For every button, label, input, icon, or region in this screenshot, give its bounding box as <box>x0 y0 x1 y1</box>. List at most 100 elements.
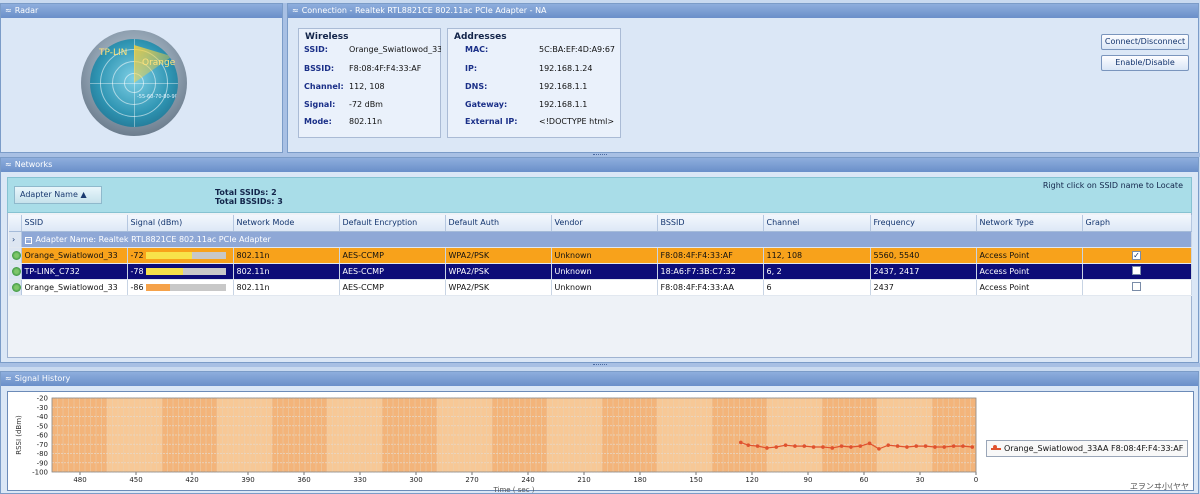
signal-cell: -72 <box>127 247 234 264</box>
chart-legend[interactable]: Orange_Swiatlowod_33AA F8:08:4F:F4:33:AF <box>986 440 1189 457</box>
series-point <box>839 444 844 448</box>
network-vendor: Unknown <box>551 279 658 296</box>
series-point <box>886 443 891 447</box>
network-signal: -72 <box>130 250 144 260</box>
external-ip-value: <!DOCTYPE html> <box>539 117 615 126</box>
x-axis-label: Time ( sec ) <box>492 486 534 494</box>
series-point <box>811 445 816 449</box>
column-header-encryption[interactable]: Default Encryption <box>339 215 446 232</box>
networks-rows: Orange_Swiatlowod_33 -72 802.11n AES-CCMP WP… <box>9 247 1192 296</box>
column-header-graph[interactable]: Graph <box>1082 215 1192 232</box>
graph-cell <box>1082 263 1192 280</box>
header-corner <box>9 215 22 232</box>
network-bssid: 18:A6:F7:3B:C7:32 <box>657 263 764 280</box>
signal-cell: -86 <box>127 279 234 296</box>
series-point <box>933 445 937 449</box>
connect-disconnect-button[interactable]: Connect/Disconnect <box>1101 34 1189 50</box>
x-tick-label: 270 <box>465 476 478 484</box>
column-header-vendor[interactable]: Vendor <box>551 215 658 232</box>
network-status-cell <box>9 279 22 296</box>
wireless-group: Wireless SSID: Orange_Swiatlowod_33A BSS… <box>298 28 441 138</box>
y-tick-label: -30 <box>37 404 48 412</box>
signal-strength-fill <box>145 251 192 259</box>
collapse-chevron-icon[interactable]: ≈ <box>5 160 12 169</box>
gateway-label: Gateway: <box>465 100 508 109</box>
channel-value: 112, 108 <box>349 82 385 91</box>
network-encryption: AES-CCMP <box>339 263 446 280</box>
network-ssid[interactable]: Orange_Swiatlowod_33 <box>21 279 128 296</box>
y-axis-label: RSSI (dBm) <box>15 415 23 455</box>
column-header-ssid[interactable]: SSID <box>21 215 128 232</box>
network-type: Access Point <box>976 279 1083 296</box>
network-channel: 6 <box>763 279 871 296</box>
radar-network-label[interactable]: Orange <box>142 58 175 68</box>
signal-value: -72 dBm <box>349 100 383 109</box>
network-mode: 802.11n <box>233 263 340 280</box>
signal-strength-fill <box>145 267 184 275</box>
radar-dial: -55-60-70-80-90 TP-LIN Orange <box>81 30 187 136</box>
mac-label: MAC: <box>465 45 489 54</box>
expand-collapse-icon[interactable]: − <box>24 236 32 244</box>
mac-value: 5C:BA:EF:4D:A9:67 <box>539 45 615 54</box>
series-point <box>746 443 751 447</box>
network-mode: 802.11n <box>233 247 340 264</box>
collapse-chevron-icon[interactable]: ≈ <box>5 374 12 383</box>
wireless-title: Wireless <box>305 32 349 42</box>
x-tick-label: 0 <box>974 476 978 484</box>
series-point <box>923 444 928 448</box>
signal-history-title: Signal History <box>14 374 71 383</box>
network-row[interactable]: TP-LINK_C732 -78 802.11n AES-CCMP WPA2/PSK Un… <box>9 263 1192 280</box>
locate-hint: Right click on SSID name to Locate <box>1042 181 1183 190</box>
column-header-channel[interactable]: Channel <box>763 215 871 232</box>
x-tick-label: 480 <box>73 476 86 484</box>
network-ssid[interactable]: Orange_Swiatlowod_33 <box>21 247 128 264</box>
network-type: Access Point <box>976 247 1083 264</box>
network-row[interactable]: Orange_Swiatlowod_33 -72 802.11n AES-CCMP WP… <box>9 247 1192 264</box>
x-tick-label: 210 <box>577 476 590 484</box>
column-header-frequency[interactable]: Frequency <box>870 215 977 232</box>
total-bssids: Total BSSIDs: 3 <box>215 197 283 206</box>
column-header-auth[interactable]: Default Auth <box>445 215 552 232</box>
graph-checkbox[interactable]: ✓ <box>1132 250 1141 260</box>
external-ip-label: External IP: <box>465 117 518 126</box>
x-tick-label: 60 <box>860 476 869 484</box>
network-auth: WPA2/PSK <box>445 263 552 280</box>
networks-header[interactable]: ≈ Networks <box>1 158 1198 172</box>
radar-header[interactable]: ≈ Radar <box>1 4 282 18</box>
network-channel: 112, 108 <box>763 247 871 264</box>
x-tick-label: 360 <box>297 476 310 484</box>
y-tick-label: -20 <box>37 395 48 403</box>
y-tick-label: -100 <box>32 469 48 477</box>
adapter-group-row[interactable]: › − Adapter Name: Realtek RTL8821CE 802.1… <box>9 231 1192 248</box>
bssid-label: BSSID: <box>304 64 335 73</box>
column-header-network-mode[interactable]: Network Mode <box>233 215 340 232</box>
x-tick-label: 420 <box>185 476 198 484</box>
network-ssid[interactable]: TP-LINK_C732 <box>21 263 128 280</box>
horizontal-splitter[interactable] <box>0 363 1200 367</box>
radar-network-label[interactable]: TP-LIN <box>99 48 127 58</box>
signal-history-panel: ≈ Signal History -20 -30 -40 -50 -60 -70 -80 -90… <box>0 371 1199 494</box>
column-header-bssid[interactable]: BSSID <box>657 215 764 232</box>
adapter-group-label: Adapter Name: Realtek RTL8821CE 802.11ac… <box>35 234 271 244</box>
legend-series-icon <box>991 444 1001 453</box>
collapse-chevron-icon[interactable]: ≈ <box>5 6 12 15</box>
signal-label: Signal: <box>304 100 336 109</box>
collapse-chevron-icon[interactable]: ≈ <box>292 6 299 15</box>
signal-history-header[interactable]: ≈ Signal History <box>1 372 1198 386</box>
column-header-signal[interactable]: Signal (dBm) <box>127 215 234 232</box>
network-signal: -78 <box>130 266 144 276</box>
connection-header[interactable]: ≈ Connection - Realtek RTL8821CE 802.11ac… <box>288 4 1198 18</box>
y-tick-label: -40 <box>37 413 48 421</box>
series-point <box>739 440 743 445</box>
gateway-value: 192.168.1.1 <box>539 100 588 109</box>
network-frequency: 2437 <box>870 279 977 296</box>
graph-checkbox[interactable] <box>1132 265 1141 275</box>
graph-checkbox[interactable] <box>1132 281 1141 291</box>
series-point <box>802 444 807 448</box>
adapter-sort-button[interactable]: Adapter Name ▲ <box>14 186 102 204</box>
network-row[interactable]: Orange_Swiatlowod_33 -86 802.11n AES-CCMP WP… <box>9 279 1192 296</box>
graph-cell <box>1082 279 1192 296</box>
enable-disable-button[interactable]: Enable/Disable <box>1101 55 1189 71</box>
column-header-network-type[interactable]: Network Type <box>976 215 1083 232</box>
network-vendor: Unknown <box>551 263 658 280</box>
